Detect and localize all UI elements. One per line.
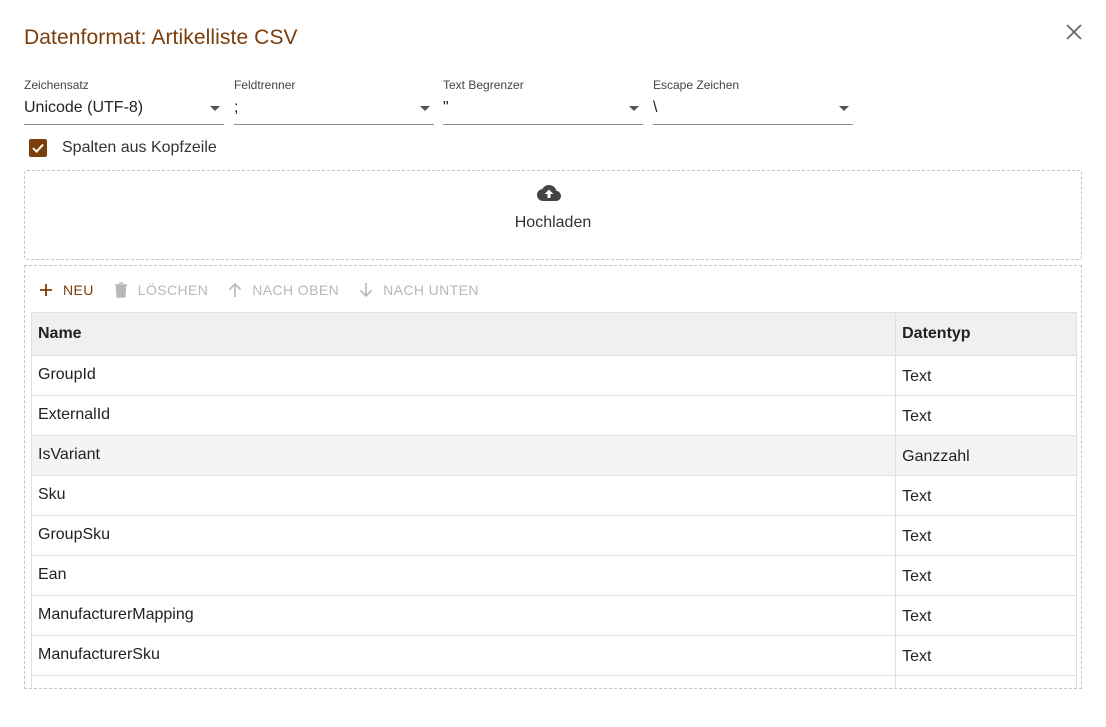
header-columns-label: Spalten aus Kopfzeile [62, 139, 217, 156]
dropdown-arrow-icon [629, 106, 639, 111]
delete-button-label: LÖSCHEN [137, 282, 209, 298]
cell-datatype: Text [895, 555, 1077, 596]
dropdown-arrow-icon [420, 106, 430, 111]
encoding-select[interactable]: Zeichensatz Unicode (UTF-8) [24, 78, 224, 125]
field-separator-select[interactable]: Feldtrenner ; [234, 78, 434, 125]
close-icon [1066, 24, 1082, 40]
table-row[interactable]: ManufacturerSku Text [30, 635, 1077, 676]
table-row[interactable]: Sku Text [30, 475, 1077, 516]
move-up-button[interactable]: NACH OBEN [226, 281, 339, 299]
move-up-button-label: NACH OBEN [252, 282, 340, 298]
dropdown-arrow-icon [210, 106, 220, 111]
move-down-button-label: NACH UNTEN [383, 282, 479, 298]
escape-char-label: Escape Zeichen [653, 78, 740, 92]
cell-datatype: Text [895, 475, 1077, 516]
cell-name: Sku [30, 475, 897, 516]
text-delimiter-value: " [443, 99, 449, 116]
escape-char-value: \ [653, 99, 658, 116]
table-header-row: Name Datentyp [30, 312, 1077, 356]
table-row[interactable]: GroupId Text [30, 355, 1077, 396]
columns-panel: NEU LÖSCHEN NACH OBEN NACH UNTEN Name Da… [24, 265, 1082, 689]
upload-label: Hochladen [514, 214, 592, 231]
dialog: Datenformat: Artikelliste CSV Zeichensat… [0, 0, 1106, 727]
cell-name: IsVariant [30, 435, 897, 476]
move-down-button[interactable]: NACH UNTEN [357, 281, 479, 299]
table-row[interactable]: ExternalId Text [30, 395, 1077, 436]
table-row[interactable]: IsVariant Ganzzahl [30, 435, 1077, 476]
cell-name: GroupId [30, 355, 897, 396]
cell-datatype: Text [895, 355, 1077, 396]
new-button-label: NEU [63, 282, 94, 298]
columns-table: Name Datentyp GroupId Text ExternalId Te… [30, 312, 1077, 688]
checkmark-icon [32, 143, 44, 154]
text-delimiter-select[interactable]: Text Begrenzer " [443, 78, 643, 125]
close-button[interactable] [1062, 20, 1086, 44]
cell-datatype: Text [895, 395, 1077, 436]
encoding-value: Unicode (UTF-8) [24, 99, 144, 116]
table-row[interactable]: GroupSku Text [30, 515, 1077, 556]
column-header-name[interactable]: Name [30, 312, 897, 356]
cell-name: Ean [30, 555, 897, 596]
cell-name: ManufacturerSku [30, 635, 897, 676]
cell-name: GroupSku [30, 515, 897, 556]
dialog-title: Datenformat: Artikelliste CSV [24, 26, 298, 49]
table-row[interactable]: Ean Text [30, 555, 1077, 596]
cell-name: ExternalId [30, 395, 897, 436]
cell-datatype: Text [895, 515, 1077, 556]
arrow-up-icon [226, 281, 244, 299]
table-row[interactable]: ManufacturerMapping Text [30, 595, 1077, 636]
field-separator-label: Feldtrenner [234, 78, 296, 92]
cell-datatype [895, 675, 1077, 688]
new-button[interactable]: NEU [37, 281, 94, 299]
text-delimiter-label: Text Begrenzer [443, 78, 524, 92]
plus-icon [37, 281, 55, 299]
encoding-label: Zeichensatz [24, 78, 89, 92]
delete-button[interactable]: LÖSCHEN [112, 281, 208, 299]
table-row[interactable] [30, 675, 1077, 688]
columns-toolbar: NEU LÖSCHEN NACH OBEN NACH UNTEN [37, 278, 497, 302]
dropdown-arrow-icon [839, 106, 849, 111]
header-columns-option: Spalten aus Kopfzeile [29, 138, 217, 158]
field-separator-value: ; [234, 99, 239, 116]
trash-icon [112, 281, 130, 299]
column-header-datatype[interactable]: Datentyp [895, 312, 1077, 356]
cell-name [30, 675, 897, 688]
cell-datatype: Ganzzahl [895, 435, 1077, 476]
cell-datatype: Text [895, 635, 1077, 676]
upload-dropzone[interactable]: Hochladen [24, 170, 1082, 260]
header-columns-checkbox[interactable] [29, 139, 47, 157]
cell-datatype: Text [895, 595, 1077, 636]
escape-char-select[interactable]: Escape Zeichen \ [653, 78, 853, 125]
cloud-upload-icon [537, 185, 561, 201]
arrow-down-icon [357, 281, 375, 299]
cell-name: ManufacturerMapping [30, 595, 897, 636]
